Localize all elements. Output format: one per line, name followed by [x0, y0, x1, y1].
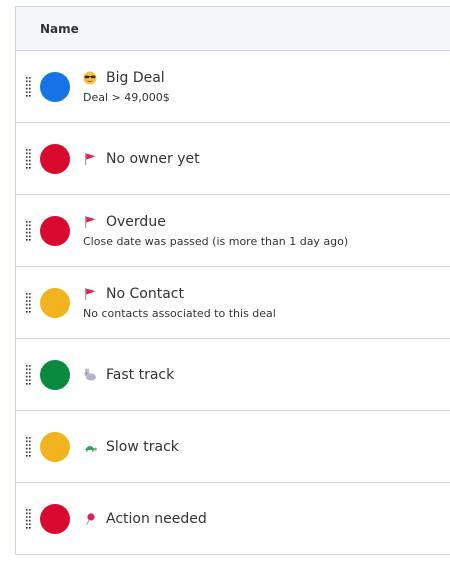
row-title: Big Deal	[106, 69, 165, 86]
status-dot	[40, 503, 70, 534]
red-flag-icon	[83, 152, 97, 166]
status-dot	[40, 431, 70, 462]
row-title: Slow track	[106, 438, 179, 455]
row-subtitle: No contacts associated to this deal	[83, 306, 276, 320]
row-title: No owner yet	[106, 150, 200, 167]
drag-handle-icon[interactable]	[25, 220, 32, 242]
red-flag-icon	[83, 287, 97, 301]
status-dot	[40, 215, 70, 246]
table-row[interactable]: Fast track	[16, 339, 450, 411]
status-dot	[40, 359, 70, 390]
table-header: Name	[16, 7, 450, 51]
turtle-icon	[83, 440, 97, 454]
drag-handle-icon[interactable]	[25, 148, 32, 170]
row-title: Fast track	[106, 366, 175, 383]
table-row[interactable]: No Contact No contacts associated to thi…	[16, 267, 450, 339]
drag-handle-icon[interactable]	[25, 508, 32, 530]
sunglasses-face-icon	[83, 71, 97, 85]
table-row[interactable]: No owner yet	[16, 123, 450, 195]
column-header-name[interactable]: Name	[40, 22, 79, 36]
row-title: No Contact	[106, 285, 184, 302]
table-row[interactable]: Overdue Close date was passed (is more t…	[16, 195, 450, 267]
pushpin-icon	[83, 512, 97, 526]
table-row[interactable]: Action needed	[16, 483, 450, 555]
status-dot	[40, 143, 70, 174]
row-title: Overdue	[106, 213, 166, 230]
row-title: Action needed	[106, 510, 207, 527]
red-flag-icon	[83, 215, 97, 229]
drag-handle-icon[interactable]	[25, 364, 32, 386]
drag-handle-icon[interactable]	[25, 436, 32, 458]
status-dot	[40, 287, 70, 318]
table-row[interactable]: Slow track	[16, 411, 450, 483]
drag-handle-icon[interactable]	[25, 76, 32, 98]
status-dot	[40, 71, 70, 102]
row-subtitle: Close date was passed (is more than 1 da…	[83, 234, 349, 248]
drag-handle-icon[interactable]	[25, 292, 32, 314]
rules-table: Name Big Deal Deal > 49,000$ No owner ye…	[15, 6, 450, 555]
table-row[interactable]: Big Deal Deal > 49,000$	[16, 51, 450, 123]
row-subtitle: Deal > 49,000$	[83, 90, 170, 104]
rabbit-icon	[83, 367, 97, 382]
